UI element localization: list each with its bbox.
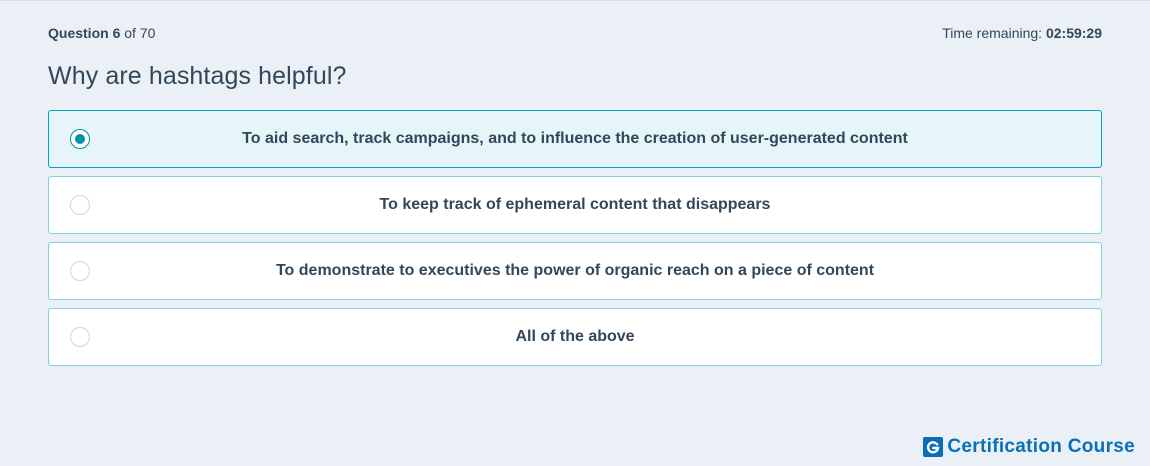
answer-option-4[interactable]: All of the above [48,308,1102,366]
answer-label: To aid search, track campaigns, and to i… [242,130,908,147]
radio-button[interactable] [70,327,90,347]
question-total: of 70 [124,25,156,41]
timer-value: 02:59:29 [1045,25,1102,41]
answer-option-2[interactable]: To keep track of ephemeral content that … [48,176,1102,234]
answer-option-3[interactable]: To demonstrate to executives the power o… [48,242,1102,300]
g-logo-icon [923,437,944,457]
answer-label: To demonstrate to executives the power o… [275,262,875,279]
question-counter: Question 6 of 70 [48,25,155,41]
brand-watermark: Certification Course [923,436,1135,458]
answer-option-1[interactable]: To aid search, track campaigns, and to i… [48,110,1102,168]
question-title: Why are hashtags helpful? [48,62,347,90]
timer: Time remaining: 02:59:29 [942,25,1102,41]
radio-button[interactable] [70,195,90,215]
timer-label: Time remaining: [942,25,1043,41]
answer-label: All of the above [515,328,635,345]
question-word: Question [48,25,109,41]
answer-label: To keep track of ephemeral content that … [379,196,771,213]
question-number: 6 [112,25,121,41]
brand-text: Certification Course [947,436,1135,457]
top-divider [0,0,1150,1]
quiz-header: Question 6 of 70 Time remaining: 02:59:2… [48,24,1102,42]
radio-button[interactable] [70,261,90,281]
radio-button-checked[interactable] [70,129,90,149]
answer-list: To aid search, track campaigns, and to i… [48,110,1102,374]
